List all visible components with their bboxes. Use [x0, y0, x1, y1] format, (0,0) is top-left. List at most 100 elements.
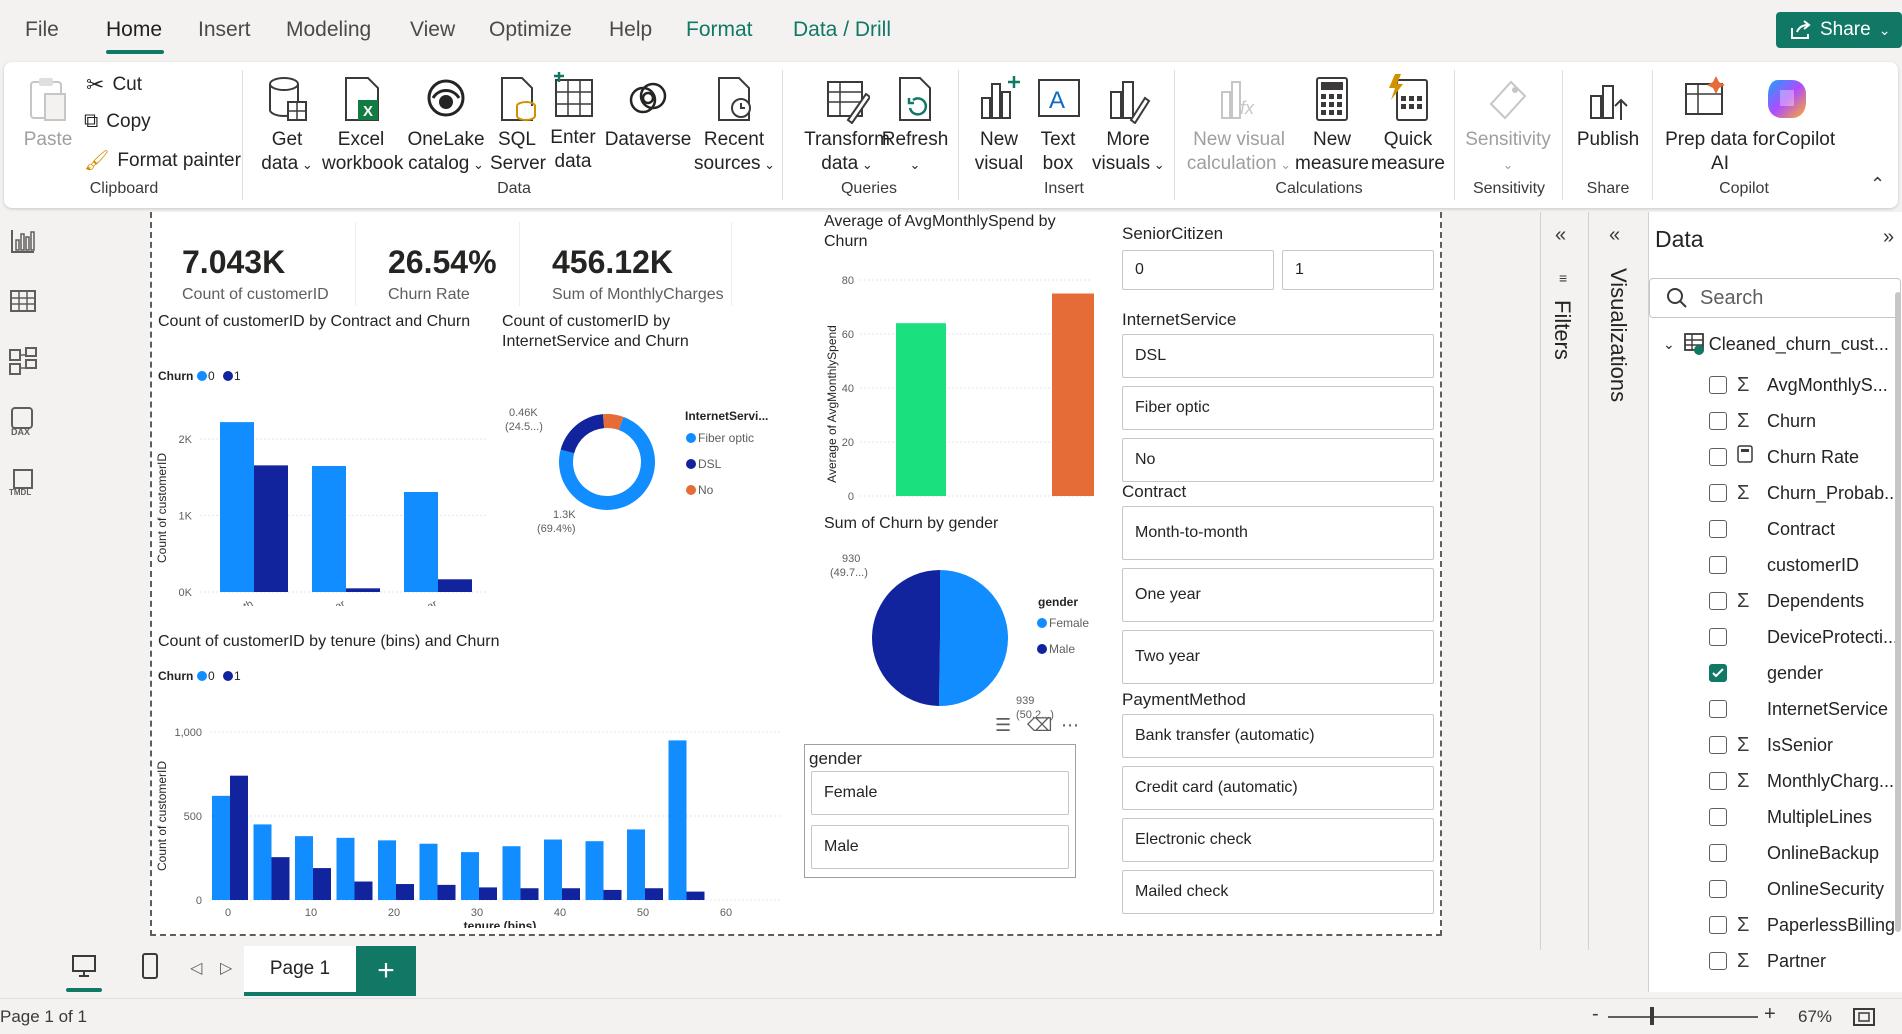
- menu-insert[interactable]: Insert: [198, 18, 251, 42]
- slicer-item-month-to-month[interactable]: Month-to-month: [1122, 506, 1434, 560]
- new-visual-button[interactable]: New visual: [968, 74, 1030, 176]
- avgspend-bar-chart[interactable]: Average of AvgMonthlySpend 0 20 40 60 80: [820, 254, 1094, 506]
- field-checkbox[interactable]: [1709, 772, 1727, 790]
- add-page-button[interactable]: +: [356, 946, 416, 996]
- slicer-item-no[interactable]: No: [1122, 438, 1434, 482]
- zoom-slider[interactable]: [1608, 1016, 1758, 1018]
- field-checkbox[interactable]: [1709, 808, 1727, 826]
- enter-data-button[interactable]: Enter data: [546, 72, 600, 174]
- report-view-icon[interactable]: [8, 226, 38, 256]
- collapse-data-pane-icon[interactable]: »: [1883, 226, 1894, 249]
- visualizations-pane[interactable]: « Visualizations: [1588, 212, 1648, 950]
- zoom-in-icon[interactable]: +: [1764, 1003, 1776, 1026]
- refresh-button[interactable]: Refresh ⌄: [880, 74, 950, 177]
- field-row[interactable]: Contract: [1709, 514, 1899, 544]
- field-row[interactable]: Σ Dependents: [1709, 586, 1899, 616]
- copy-button[interactable]: ⧉ Copy: [84, 110, 151, 133]
- table-view-icon[interactable]: [8, 286, 38, 316]
- field-checkbox[interactable]: [1709, 556, 1727, 574]
- prep-data-for-ai-button[interactable]: Prep data for AI Copilot: [1660, 74, 1835, 174]
- field-row[interactable]: OnlineBackup: [1709, 838, 1899, 868]
- prev-page-icon[interactable]: ◁: [190, 958, 202, 978]
- field-checkbox[interactable]: [1709, 592, 1727, 610]
- more-visuals-button[interactable]: More visuals ⌄: [1092, 74, 1165, 177]
- field-row[interactable]: gender: [1709, 658, 1899, 688]
- field-row[interactable]: Σ MonthlyCharg...: [1709, 766, 1899, 796]
- field-row[interactable]: InternetService: [1709, 694, 1899, 724]
- menu-data-drill[interactable]: Data / Drill: [793, 18, 891, 42]
- eraser-icon[interactable]: ⌫: [1027, 715, 1052, 736]
- expand-filters-icon[interactable]: «: [1555, 224, 1566, 247]
- senior-range-min-input[interactable]: 0: [1122, 250, 1274, 290]
- slicer-item-bank-transfer[interactable]: Bank transfer (automatic): [1122, 714, 1434, 758]
- field-row[interactable]: Churn Rate: [1709, 442, 1899, 472]
- field-checkbox[interactable]: [1709, 448, 1727, 466]
- report-canvas[interactable]: 7.043K Count of customerID 26.54% Churn …: [150, 212, 1442, 936]
- slicer-item-fiber-optic[interactable]: Fiber optic: [1122, 386, 1434, 430]
- menu-modeling[interactable]: Modeling: [286, 18, 371, 42]
- slicer-item-male[interactable]: Male: [811, 825, 1069, 869]
- slicer-item-dsl[interactable]: DSL: [1122, 334, 1434, 378]
- onelake-catalog-button[interactable]: OneLake catalog ⌄: [406, 74, 486, 177]
- field-row[interactable]: MultipleLines: [1709, 802, 1899, 832]
- text-box-button[interactable]: A Text box: [1030, 74, 1086, 176]
- new-measure-button[interactable]: New measure: [1294, 74, 1370, 176]
- sql-server-button[interactable]: SQL Server: [490, 74, 546, 176]
- slicer-item-credit-card[interactable]: Credit card (automatic): [1122, 766, 1434, 810]
- quick-measure-button[interactable]: Quick measure: [1370, 74, 1446, 176]
- tmdl-view-icon[interactable]: TMDL: [8, 466, 38, 496]
- field-checkbox[interactable]: [1709, 736, 1727, 754]
- filters-pane[interactable]: « ≡ Filters: [1540, 212, 1586, 950]
- field-checkbox[interactable]: [1709, 844, 1727, 862]
- slicer-item-two-year[interactable]: Two year: [1122, 630, 1434, 684]
- senior-range-max-input[interactable]: 1: [1282, 250, 1434, 290]
- menu-format[interactable]: Format: [686, 18, 753, 42]
- data-search-box[interactable]: Search: [1649, 278, 1901, 318]
- field-checkbox[interactable]: [1709, 520, 1727, 538]
- paste-button[interactable]: Paste: [16, 74, 80, 152]
- model-view-icon[interactable]: [8, 346, 38, 376]
- kpi-card-churn-rate[interactable]: 26.54% Churn Rate: [376, 222, 520, 306]
- format-painter-button[interactable]: 🖌 Format painter: [84, 148, 241, 173]
- new-visual-calculation-button[interactable]: fx New visual calculation ⌄: [1184, 74, 1294, 177]
- filters-pane-label[interactable]: Filters: [1549, 300, 1575, 360]
- slicer-item-mailed-check[interactable]: Mailed check: [1122, 870, 1434, 914]
- field-row[interactable]: Σ PaperlessBilling: [1709, 910, 1899, 940]
- dax-query-view-icon[interactable]: DAX: [8, 406, 38, 436]
- field-checkbox[interactable]: [1709, 376, 1727, 394]
- zoom-slider-thumb[interactable]: [1650, 1007, 1654, 1025]
- field-row[interactable]: DeviceProtecti...: [1709, 622, 1899, 652]
- fit-to-page-icon[interactable]: [1852, 1007, 1876, 1027]
- menu-file[interactable]: File: [25, 18, 59, 42]
- mobile-layout-icon[interactable]: [140, 952, 160, 980]
- field-row[interactable]: Σ Partner: [1709, 946, 1899, 976]
- slicer-item-one-year[interactable]: One year: [1122, 568, 1434, 622]
- zoom-out-icon[interactable]: -: [1592, 1003, 1599, 1026]
- contract-bar-chart[interactable]: Churn 0 1 Count of customerID 0K 1K 2K Month-to…: [152, 336, 492, 606]
- field-checkbox[interactable]: [1709, 412, 1727, 430]
- field-checkbox[interactable]: [1709, 628, 1727, 646]
- kpi-card-monthly-charges[interactable]: 456.12K Sum of MonthlyCharges: [540, 222, 732, 306]
- share-button[interactable]: Share ⌄: [1776, 12, 1902, 48]
- menu-view[interactable]: View: [410, 18, 455, 42]
- menu-home[interactable]: Home: [106, 18, 162, 42]
- field-checkbox[interactable]: [1709, 700, 1727, 718]
- scrollbar[interactable]: [1895, 292, 1901, 932]
- field-row[interactable]: OnlineSecurity: [1709, 874, 1899, 904]
- internet-donut-chart[interactable]: 0.46K (24.5...) 1.3K (69.4%) InternetServi..…: [497, 356, 797, 596]
- search-input[interactable]: Search: [1700, 287, 1763, 310]
- tenure-bar-chart[interactable]: Churn 0 1 Count of customerID 0 500 1,000 0 10 20…: [152, 656, 792, 928]
- field-checkbox[interactable]: [1709, 880, 1727, 898]
- field-row[interactable]: Σ Churn: [1709, 406, 1899, 436]
- slicer-item-electronic-check[interactable]: Electronic check: [1122, 818, 1434, 862]
- field-checkbox[interactable]: [1709, 916, 1727, 934]
- sensitivity-button[interactable]: Sensitivity ⌄: [1462, 74, 1554, 177]
- page-tab-1[interactable]: Page 1: [244, 946, 356, 996]
- table-node[interactable]: ⌄ Cleaned_churn_cust...: [1663, 332, 1889, 356]
- field-row[interactable]: Σ IsSenior: [1709, 730, 1899, 760]
- gender-slicer[interactable]: ☰ ⌫ ⋯ gender Female Male: [804, 715, 1079, 878]
- desktop-layout-icon[interactable]: [70, 954, 98, 980]
- excel-workbook-button[interactable]: X Excel workbook: [322, 74, 403, 176]
- publish-button[interactable]: Publish: [1572, 74, 1644, 152]
- field-row[interactable]: Σ Churn_Probab...: [1709, 478, 1899, 508]
